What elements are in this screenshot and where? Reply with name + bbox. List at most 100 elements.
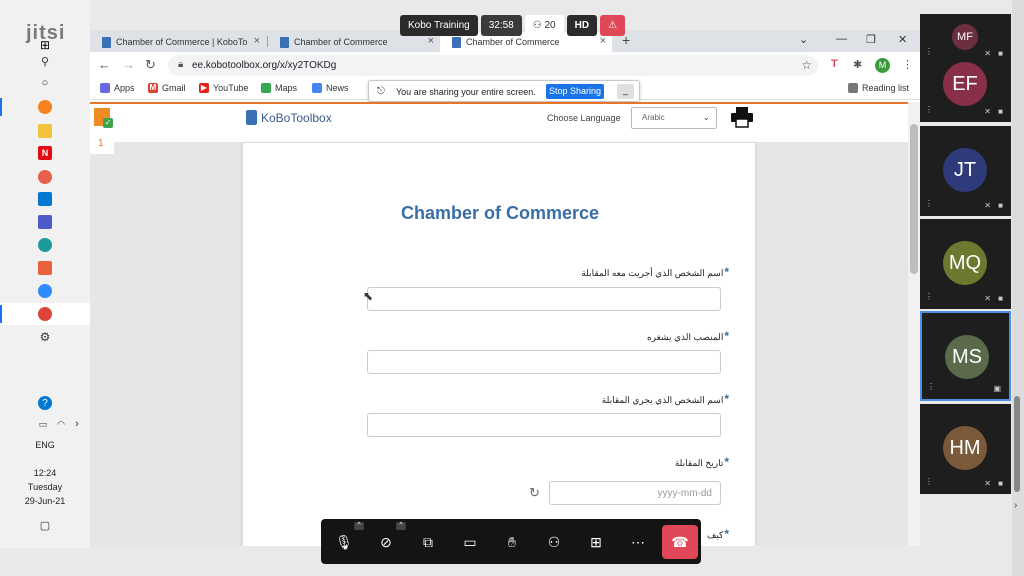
mail-icon[interactable] bbox=[38, 192, 52, 206]
avatar: EF bbox=[943, 62, 987, 106]
participant-tile-active[interactable]: MS ⋮ ▣ bbox=[920, 311, 1011, 401]
stop-sharing-button[interactable]: Stop Sharing bbox=[546, 84, 604, 99]
chevron-right-icon[interactable]: › bbox=[70, 417, 84, 431]
settings-icon[interactable]: ⚙ bbox=[38, 330, 52, 344]
task-view-icon[interactable]: ○ bbox=[38, 76, 52, 90]
hang-up-icon[interactable]: ☎ bbox=[662, 525, 698, 559]
participants-icon[interactable]: ⚇ bbox=[543, 531, 565, 553]
bookmark-news[interactable]: News bbox=[312, 83, 349, 93]
camera-off-icon[interactable]: ⊘ bbox=[375, 531, 397, 553]
chrome-icon[interactable] bbox=[38, 307, 52, 321]
participant-count[interactable]: ⚇ 20 bbox=[524, 15, 564, 36]
input-language[interactable]: ENG bbox=[0, 440, 90, 450]
camera-options-caret[interactable]: ^ bbox=[396, 522, 406, 530]
question-text: تاريخ المقابلة bbox=[674, 458, 724, 468]
more-options-icon[interactable]: ⋯ bbox=[627, 531, 649, 553]
avatar: MF bbox=[952, 24, 978, 50]
participants-icon: ⚇ bbox=[532, 20, 545, 31]
question-label: *اسم الشخص الذي يجري المقابلة bbox=[602, 392, 729, 406]
reading-list-icon bbox=[848, 83, 858, 93]
tile-view-icon[interactable]: ⊞ bbox=[585, 531, 607, 553]
filmstrip-scroll-thumb[interactable] bbox=[1014, 396, 1020, 492]
reload-icon[interactable]: ↻ bbox=[145, 57, 156, 73]
edge-icon[interactable] bbox=[38, 238, 52, 252]
bookmark-youtube[interactable]: ▶ YouTube bbox=[199, 83, 248, 93]
chevron-right-icon[interactable]: › bbox=[1014, 500, 1017, 511]
language-value: Arabic bbox=[642, 113, 665, 122]
bookmark-gmail[interactable]: M Gmail bbox=[148, 83, 186, 93]
mouse-cursor-icon: ⬉ bbox=[363, 289, 374, 303]
print-icon[interactable] bbox=[730, 106, 754, 128]
close-icon[interactable]: × bbox=[254, 35, 260, 47]
chevron-down-icon: ⌄ bbox=[702, 112, 710, 122]
firefox-icon[interactable] bbox=[38, 100, 52, 114]
help-icon[interactable]: ? bbox=[38, 396, 52, 410]
notification-icon[interactable]: ▢ bbox=[38, 518, 52, 532]
kebab-menu-icon[interactable]: ⋮ bbox=[925, 477, 933, 486]
mic-muted-icon[interactable]: 🎙︎ bbox=[333, 531, 355, 553]
youtube-icon: ▶ bbox=[199, 83, 209, 93]
interviewer-name-input[interactable] bbox=[367, 413, 721, 437]
kebab-menu-icon[interactable]: ⋮ bbox=[925, 47, 933, 56]
back-icon[interactable]: ← bbox=[98, 57, 111, 72]
minimize-icon[interactable]: — bbox=[836, 33, 847, 45]
position-input[interactable] bbox=[367, 350, 721, 374]
kebab-menu-icon[interactable]: ⋮ bbox=[927, 382, 935, 391]
participant-tile[interactable]: EF ⋮ ✕ ■ bbox=[920, 60, 1011, 122]
meeting-timer: 32:58 bbox=[480, 15, 522, 36]
hide-share-bar-button[interactable]: _ bbox=[617, 84, 634, 99]
kebab-menu-icon[interactable]: ⋮ bbox=[925, 292, 933, 301]
raise-hand-icon[interactable]: ✋︎ bbox=[501, 531, 523, 553]
clock-time[interactable]: 12:24 bbox=[0, 468, 90, 478]
teams-icon[interactable] bbox=[38, 215, 52, 229]
close-icon[interactable]: × bbox=[600, 35, 606, 47]
participant-tile[interactable]: HM ⋮ ✕ ■ bbox=[920, 404, 1011, 494]
participant-tile[interactable]: MQ ⋮ ✕ ■ bbox=[920, 219, 1011, 309]
search-icon[interactable]: ⚲ bbox=[38, 54, 52, 68]
screen-share-icon[interactable]: ⧉ bbox=[417, 531, 439, 553]
reading-list[interactable]: Reading list bbox=[848, 83, 909, 93]
mic-muted-icon: ✕ bbox=[984, 294, 991, 303]
chat-icon[interactable]: ▭ bbox=[459, 531, 481, 553]
windows-start-icon[interactable]: ⊞ bbox=[38, 38, 52, 52]
wifi-icon[interactable]: ◠ bbox=[54, 417, 68, 431]
kebab-menu-icon[interactable]: ⋮ bbox=[902, 58, 913, 71]
participant-tile[interactable]: MF ⋮ ✕ ■ bbox=[920, 14, 1011, 64]
mic-options-caret[interactable]: ^ bbox=[354, 522, 364, 530]
close-window-icon[interactable]: ✕ bbox=[898, 33, 907, 46]
tab-label: Chamber of Commerce | KoboTo bbox=[116, 37, 248, 47]
participant-tile[interactable]: JT ⋮ ✕ ■ bbox=[920, 126, 1011, 216]
browser-tab[interactable]: Chamber of Commerce | KoboTo × bbox=[90, 32, 266, 52]
clock-day: Tuesday bbox=[27, 482, 63, 492]
close-icon[interactable]: × bbox=[428, 35, 434, 47]
app-icon[interactable] bbox=[38, 170, 52, 184]
page-scrollbar[interactable] bbox=[908, 102, 920, 546]
bookmark-apps[interactable]: Apps bbox=[100, 83, 135, 93]
warning-icon[interactable]: ⚠ bbox=[600, 15, 626, 36]
filmstrip-scroll[interactable]: › bbox=[1012, 0, 1024, 576]
profile-avatar[interactable]: M bbox=[875, 58, 890, 73]
tab-search-icon[interactable]: ⌄ bbox=[799, 33, 808, 46]
windows-taskbar: jitsi ⊞ ⚲ ○ N ⚙ ? ▭ ◠ › ENG 12:24 Tuesda… bbox=[0, 0, 99, 548]
bookmark-maps[interactable]: Maps bbox=[261, 83, 297, 93]
interviewee-name-input[interactable] bbox=[367, 287, 721, 311]
restore-icon[interactable]: ❐ bbox=[866, 33, 876, 46]
language-select[interactable]: Arabic ⌄ bbox=[631, 107, 717, 129]
extension-icon[interactable]: T bbox=[831, 58, 838, 70]
forward-icon[interactable]: → bbox=[122, 57, 135, 72]
zoom-icon[interactable] bbox=[38, 284, 52, 298]
office-icon[interactable] bbox=[38, 261, 52, 275]
netflix-icon[interactable]: N bbox=[38, 146, 52, 160]
kobo-logo[interactable]: KoBoToolbox bbox=[246, 110, 332, 125]
puzzle-icon[interactable]: ✱ bbox=[853, 58, 862, 71]
battery-icon[interactable]: ▭ bbox=[36, 417, 50, 431]
refresh-icon[interactable]: ↻ bbox=[529, 485, 540, 501]
kebab-menu-icon[interactable]: ⋮ bbox=[925, 199, 933, 208]
kebab-menu-icon[interactable]: ⋮ bbox=[925, 105, 933, 114]
address-bar[interactable]: 🔒︎ ee.kobotoolbox.org/x/xy2TOKDg ☆ bbox=[168, 55, 818, 76]
bookmark-star-icon[interactable]: ☆ bbox=[801, 58, 812, 72]
question-text: المنصب الذي يشغره bbox=[646, 332, 724, 342]
file-explorer-icon[interactable] bbox=[38, 124, 52, 138]
scrollbar-thumb[interactable] bbox=[910, 124, 918, 274]
interview-date-input[interactable]: yyyy-mm-dd bbox=[549, 481, 721, 505]
